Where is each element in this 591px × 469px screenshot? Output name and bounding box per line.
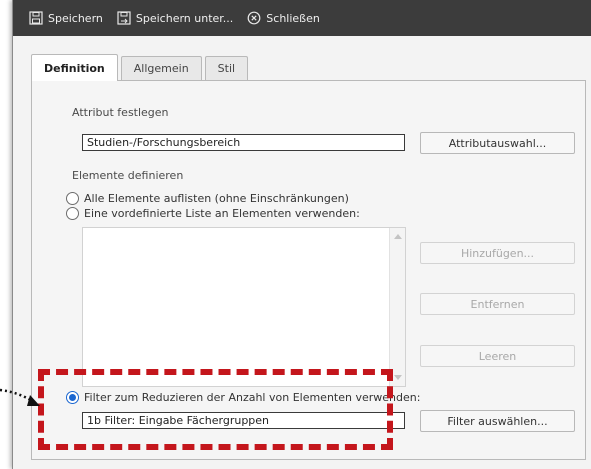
scroll-up-icon[interactable]	[394, 234, 402, 239]
attribute-section-label: Attribut festlegen	[72, 106, 169, 119]
dialog-window: Speichern Speichern unter... Schließen D…	[12, 0, 591, 469]
toolbar: Speichern Speichern unter... Schließen	[13, 0, 591, 36]
radio-filter[interactable]: Filter zum Reduzieren der Anzahl von Ele…	[66, 391, 420, 404]
radio-button[interactable]	[66, 192, 79, 205]
save-button[interactable]: Speichern	[25, 8, 107, 28]
close-circle-icon	[247, 11, 261, 25]
radio-button[interactable]	[66, 207, 79, 220]
radio-filter-label: Filter zum Reduzieren der Anzahl von Ele…	[84, 391, 421, 404]
save-icon	[29, 11, 43, 25]
definition-panel: Attribut festlegen Studien-/Forschungsbe…	[31, 80, 586, 460]
radio-all-elements[interactable]: Alle Elemente auflisten (ohne Einschränk…	[66, 192, 349, 205]
tab-stil[interactable]: Stil	[204, 56, 249, 80]
radio-all-elements-label: Alle Elemente auflisten (ohne Einschränk…	[84, 192, 349, 205]
listbox-scrollbar[interactable]	[389, 228, 405, 386]
clear-elements-button[interactable]: Leeren	[420, 345, 575, 367]
pointer-arrow-icon	[0, 388, 40, 406]
elements-listbox[interactable]	[82, 227, 406, 387]
radio-predefined-list[interactable]: Eine vordefinierte Liste an Elementen ve…	[66, 207, 360, 220]
save-as-label: Speichern unter...	[135, 11, 234, 25]
save-as-button[interactable]: Speichern unter...	[113, 8, 237, 28]
filter-field[interactable]: 1b Filter: Eingabe Fächergruppen	[82, 412, 405, 429]
elements-section-label: Elemente definieren	[72, 169, 184, 182]
save-as-icon	[117, 11, 131, 25]
save-label: Speichern	[48, 11, 103, 25]
scroll-down-icon[interactable]	[394, 375, 402, 380]
remove-element-button[interactable]: Entfernen	[420, 293, 575, 315]
tab-bar: Definition Allgemein Stil	[31, 54, 249, 81]
close-label: Schließen	[266, 11, 320, 25]
add-element-button[interactable]: Hinzufügen...	[420, 242, 575, 264]
close-button[interactable]: Schließen	[243, 8, 324, 28]
radio-predefined-list-label: Eine vordefinierte Liste an Elementen ve…	[84, 207, 360, 220]
attribute-select-button[interactable]: Attributauswahl...	[420, 132, 575, 154]
tab-definition[interactable]: Definition	[31, 54, 118, 81]
attribute-field[interactable]: Studien-/Forschungsbereich	[82, 134, 405, 151]
filter-select-button[interactable]: Filter auswählen...	[420, 410, 575, 432]
tab-allgemein[interactable]: Allgemein	[120, 56, 202, 80]
radio-button-checked[interactable]	[66, 391, 79, 404]
